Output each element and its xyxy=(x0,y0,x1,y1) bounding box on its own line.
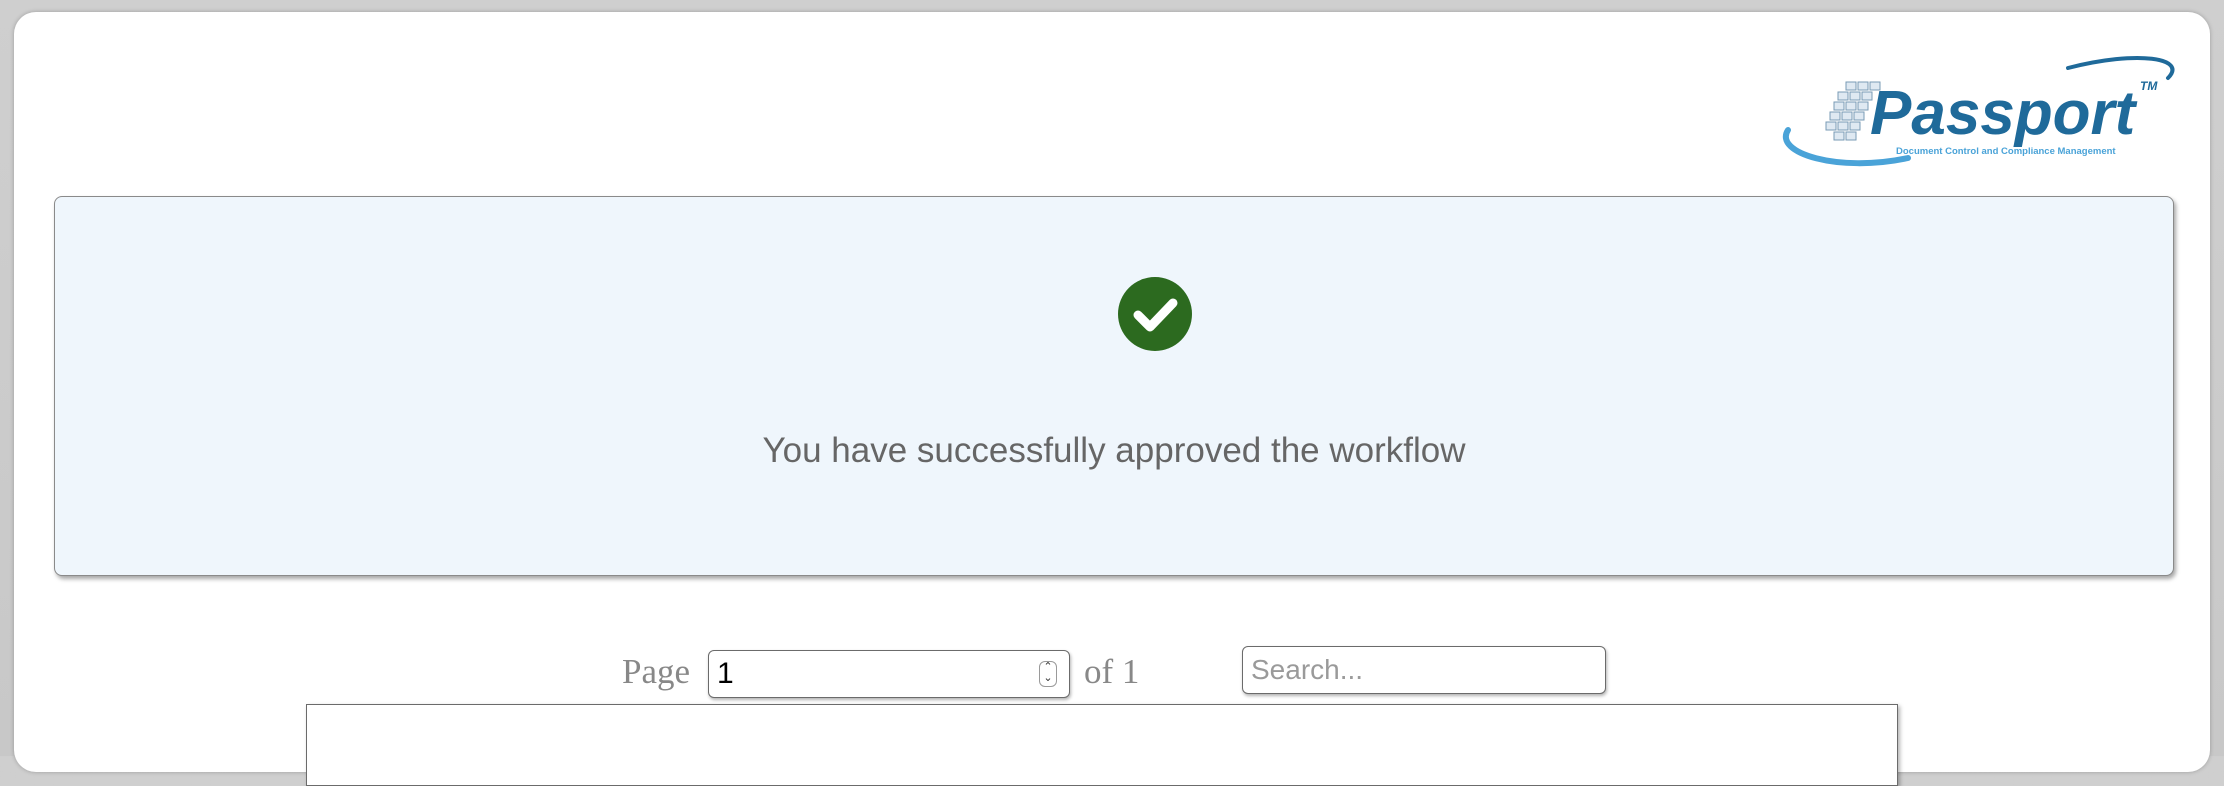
results-table xyxy=(306,704,1898,786)
passport-logo: Passport TM Document Control and Complia… xyxy=(1768,48,2188,178)
logo-tagline: Document Control and Compliance Manageme… xyxy=(1896,146,2116,157)
browser-window: Passport TM Document Control and Complia… xyxy=(14,12,2210,772)
page-number-input[interactable]: 1 ⌃ ⌄ xyxy=(708,650,1070,698)
chevron-down-icon[interactable]: ⌄ xyxy=(1040,673,1056,684)
page-number-value: 1 xyxy=(717,657,734,690)
search-input[interactable] xyxy=(1242,646,1606,694)
page-total-label: of 1 xyxy=(1084,652,1140,691)
pagination-bar: Page 1 ⌃ ⌄ of 1 xyxy=(14,634,2210,698)
success-panel: You have successfully approved the workf… xyxy=(54,196,2174,576)
logo-trademark: TM xyxy=(2140,79,2158,93)
check-circle-icon xyxy=(1118,277,1192,351)
page-label: Page xyxy=(622,652,691,691)
page-stepper[interactable]: ⌃ ⌄ xyxy=(1039,661,1057,687)
logo-wordmark: Passport xyxy=(1870,79,2138,148)
success-message: You have successfully approved the workf… xyxy=(762,431,1466,470)
